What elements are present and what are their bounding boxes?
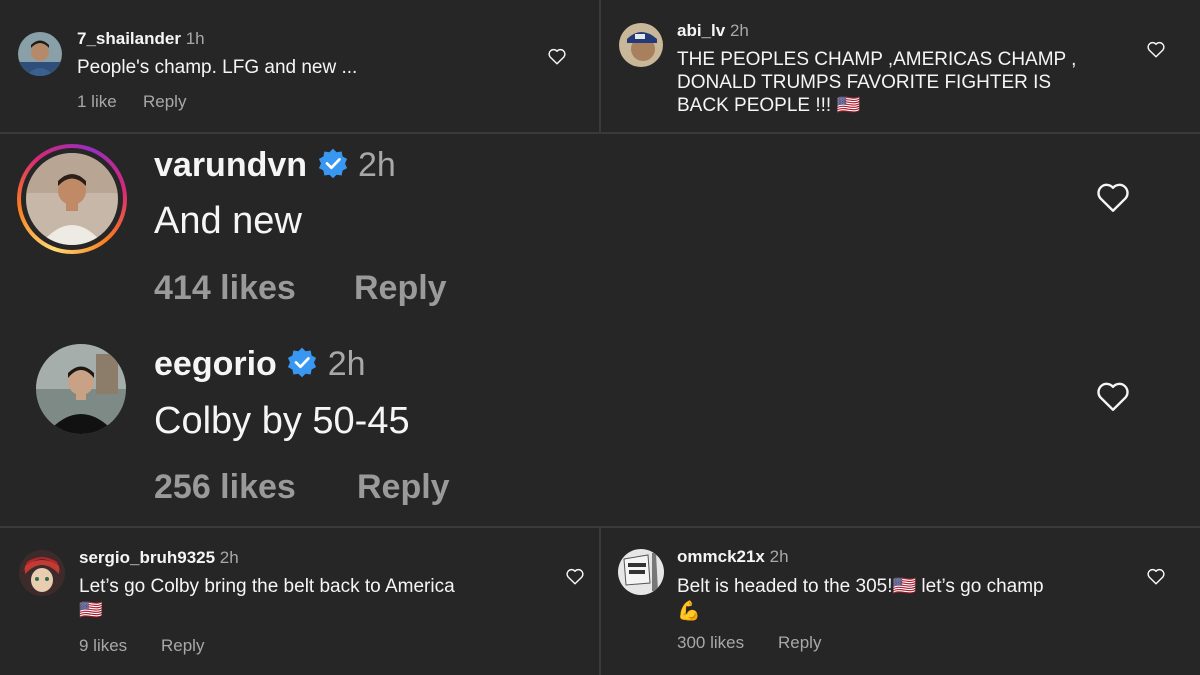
timestamp: 2h xyxy=(769,547,789,566)
comment-item: sergio_bruh9325 2h Let’s go Colby bring … xyxy=(0,528,599,675)
reply-button[interactable]: Reply xyxy=(357,468,450,507)
comment-text: People's champ. LFG and new ... xyxy=(77,57,358,78)
heart-outline-icon[interactable] xyxy=(1146,40,1166,58)
timestamp: 2h xyxy=(219,548,239,567)
comment-line: Let’s go Colby bring the belt back to Am… xyxy=(79,576,455,597)
comment-text: Belt is headed to the 305!🇺🇸 let’s go ch… xyxy=(677,574,1044,624)
heart-outline-icon[interactable] xyxy=(1095,180,1131,213)
username-text[interactable]: 7_shailander xyxy=(77,29,181,48)
comment-text: Let’s go Colby bring the belt back to Am… xyxy=(79,575,455,623)
verified-badge-icon xyxy=(317,147,349,188)
like-count[interactable]: 1 like xyxy=(77,92,117,112)
username[interactable]: varundvn 2h xyxy=(154,146,396,188)
username[interactable]: 7_shailander 1h xyxy=(77,29,205,49)
username[interactable]: eegorio 2h xyxy=(154,345,366,387)
avatar[interactable] xyxy=(19,550,65,596)
like-count[interactable]: 256 likes xyxy=(154,468,296,507)
heart-outline-icon[interactable] xyxy=(547,47,567,65)
username-text[interactable]: ommck21x xyxy=(677,547,765,566)
comments-zoom-panel: varundvn 2h And new 414 likes Reply eego… xyxy=(0,134,1200,526)
timestamp: 2h xyxy=(357,146,396,184)
reply-button[interactable]: Reply xyxy=(143,92,186,112)
reply-button[interactable]: Reply xyxy=(161,636,204,656)
story-ring-avatar[interactable] xyxy=(17,144,127,254)
username[interactable]: abi_lv 2h xyxy=(677,21,749,41)
verified-badge-icon xyxy=(286,346,318,387)
reply-button[interactable]: Reply xyxy=(778,633,821,653)
timestamp: 2h xyxy=(327,345,366,383)
username[interactable]: sergio_bruh9325 2h xyxy=(79,548,239,568)
comment-line: DONALD TRUMPS FAVORITE FIGHTER IS xyxy=(677,72,1052,93)
like-count[interactable]: 9 likes xyxy=(79,636,127,656)
heart-outline-icon[interactable] xyxy=(1095,379,1131,412)
timestamp: 1h xyxy=(185,29,205,48)
username[interactable]: ommck21x 2h xyxy=(677,547,789,567)
comment-line: Belt is headed to the 305!🇺🇸 let’s go ch… xyxy=(677,576,1044,597)
comment-text: Colby by 50-45 xyxy=(154,400,410,442)
comment-item: 7_shailander 1h People's champ. LFG and … xyxy=(0,0,599,132)
comment-line: 💪 xyxy=(677,601,701,622)
timestamp: 2h xyxy=(729,21,749,40)
like-count[interactable]: 300 likes xyxy=(677,633,744,653)
avatar[interactable] xyxy=(36,344,126,434)
avatar[interactable] xyxy=(18,32,62,76)
heart-outline-icon[interactable] xyxy=(565,567,585,585)
username-text[interactable]: abi_lv xyxy=(677,21,725,40)
username-text[interactable]: sergio_bruh9325 xyxy=(79,548,215,567)
comment-line: THE PEOPLES CHAMP ,AMERICAS CHAMP , xyxy=(677,49,1077,70)
comment-text: THE PEOPLES CHAMP ,AMERICAS CHAMP , DONA… xyxy=(677,48,1076,117)
comment-item: ommck21x 2h Belt is headed to the 305!🇺🇸… xyxy=(601,528,1200,675)
heart-outline-icon[interactable] xyxy=(1146,567,1166,585)
comment-line: BACK PEOPLE !!! 🇺🇸 xyxy=(677,95,861,116)
avatar[interactable] xyxy=(618,549,664,595)
username-text[interactable]: eegorio xyxy=(154,345,277,383)
comment-item: abi_lv 2h THE PEOPLES CHAMP ,AMERICAS CH… xyxy=(601,0,1200,132)
comment-text: And new xyxy=(154,200,302,242)
comment-line: 🇺🇸 xyxy=(79,600,103,621)
reply-button[interactable]: Reply xyxy=(354,269,447,308)
username-text[interactable]: varundvn xyxy=(154,146,307,184)
like-count[interactable]: 414 likes xyxy=(154,269,296,308)
avatar[interactable] xyxy=(619,23,663,67)
